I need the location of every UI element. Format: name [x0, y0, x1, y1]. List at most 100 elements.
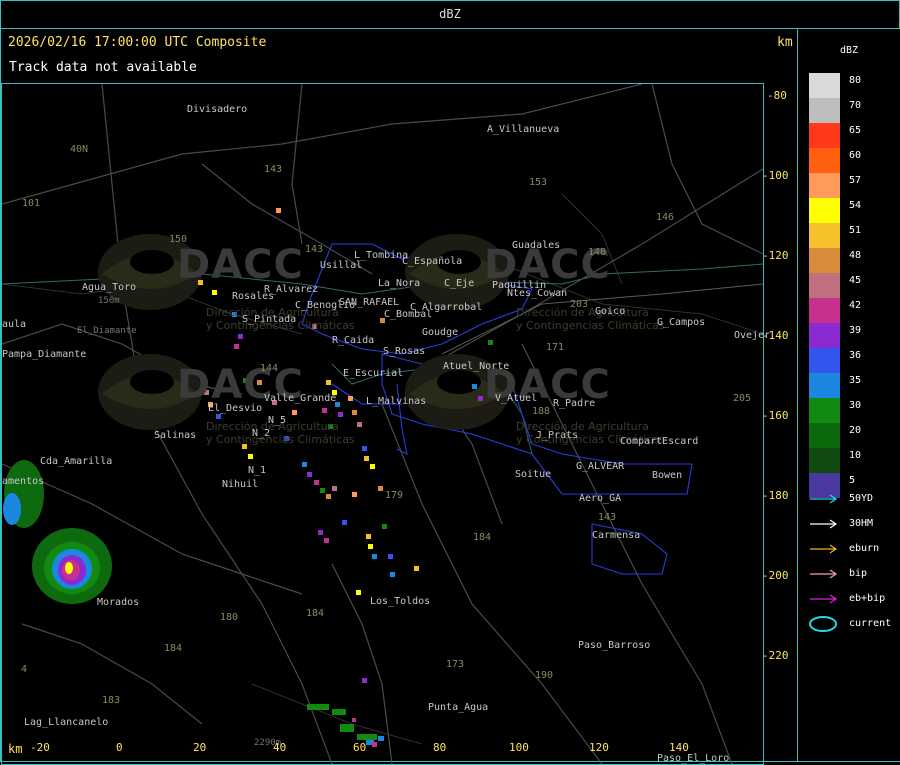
legend-panel: dBZ 80 70 65 60 57 54 51 48 45 42 39 36 35 30 20 10 5 50…: [797, 28, 900, 762]
watermark-org: Dirección de Agricultura y Contingencias …: [516, 306, 665, 332]
place-label: V_Atuel: [495, 393, 538, 404]
radar-cell: [414, 566, 419, 571]
legend-swatch-label: 45: [849, 275, 862, 286]
radar-cell: [292, 410, 297, 415]
y-tick: -220: [762, 649, 789, 662]
road-label: 190: [535, 670, 554, 681]
legend-swatch: [809, 298, 840, 323]
place-label: C_Española: [402, 256, 463, 267]
legend-swatch: [809, 98, 840, 123]
place-label: Guadales: [512, 240, 561, 251]
place-label: S_Rosas: [383, 346, 426, 357]
place-label: Los_Toldos: [370, 596, 431, 607]
radar-cell: [248, 454, 253, 459]
legend-swatch: [809, 173, 840, 198]
radar-cell: [370, 464, 375, 469]
radar-cell: [322, 408, 327, 413]
place-label: Goudge: [422, 327, 459, 338]
place-label: E_Escurial: [343, 368, 404, 379]
place-label: Punta_Agua: [428, 702, 489, 713]
road-label: 171: [546, 342, 565, 353]
road-label: 153: [529, 177, 548, 188]
legend-swatch-label: 10: [849, 450, 862, 461]
radar-cell: [216, 414, 221, 419]
track-arrow-icon: [810, 519, 838, 529]
y-tick: -120: [762, 249, 789, 262]
road-label: 179: [385, 490, 404, 501]
legend-swatch: [809, 323, 840, 348]
y-tick: -180: [762, 489, 789, 502]
radar-cell: [378, 486, 383, 491]
legend-swatch-label: 20: [849, 425, 862, 436]
road-label: 180: [220, 612, 239, 623]
place-label: G_Campos: [657, 317, 706, 328]
place-label: Nihuil: [222, 479, 259, 490]
place-label: A_Villanueva: [487, 124, 560, 135]
place-label: N_1: [248, 465, 267, 476]
radar-cell: [372, 554, 377, 559]
x-tick: 120: [589, 741, 609, 754]
y-tick: -80: [767, 89, 787, 102]
x-tick: 0: [116, 741, 123, 754]
legend-swatch-label: 39: [849, 325, 862, 336]
radar-cell: [356, 590, 361, 595]
road-label: 205: [733, 393, 752, 404]
legend-swatch-label: 48: [849, 250, 862, 261]
place-label: Atuel_Norte: [443, 361, 510, 372]
radar-cell: [478, 396, 483, 401]
radar-cell: [318, 530, 323, 535]
legend-swatch-label: 51: [849, 225, 862, 236]
title-bar: dBZ: [0, 0, 900, 29]
place-label: J_Prats: [536, 430, 579, 441]
road-label: 146: [656, 212, 675, 223]
legend-swatch-label: 5: [849, 475, 856, 486]
radar-cell: [324, 538, 329, 543]
radar-cell: [320, 488, 325, 493]
track-arrow-icon: [810, 569, 838, 579]
place-label: G_ALVEAR: [576, 461, 625, 472]
road-label: 143: [264, 164, 283, 175]
place-label: Goico: [595, 306, 626, 317]
product-title: dBZ: [439, 7, 461, 21]
track-notice: Track data not available: [9, 60, 197, 75]
x-tick: 140: [669, 741, 689, 754]
place-label: Pampa_Diamante: [2, 349, 87, 360]
place-label: El_Diamante: [77, 326, 137, 336]
map-panel[interactable]: 2026/02/16 17:00:00 UTC Composite km Tra…: [0, 28, 798, 765]
x-tick: 80: [433, 741, 447, 754]
x-tick: -20: [30, 741, 50, 754]
x-tick: 20: [193, 741, 207, 754]
place-label: Aero_GA: [579, 493, 622, 504]
radar-cell: [357, 422, 362, 427]
map-plot-area[interactable]: DACC DACC DACC DACC Dirección de Agricul…: [1, 83, 770, 765]
radar-cell: [472, 384, 477, 389]
km-unit-bottom: km: [8, 742, 23, 756]
road-label: 150: [169, 234, 188, 245]
road-label: 148: [588, 247, 607, 258]
radar-cell: [326, 380, 331, 385]
legend-swatch-label: 35: [849, 375, 862, 386]
radar-cell: [388, 554, 393, 559]
road-label: 188: [532, 406, 551, 417]
current-ring-icon: [809, 616, 837, 632]
place-label: Cda_Amarilla: [40, 456, 113, 467]
road-label: 173: [446, 659, 465, 670]
road-label: 143: [598, 512, 617, 523]
legend-swatch-label: 60: [849, 150, 862, 161]
x-tick: 60: [353, 741, 367, 754]
place-label: Agua_Toro: [82, 282, 137, 293]
track-legend-label: eburn: [849, 543, 880, 554]
radar-cell: [212, 290, 217, 295]
radar-cell: [368, 544, 373, 549]
road-label: 184: [164, 643, 183, 654]
place-label: S_Pintada: [242, 314, 297, 325]
track-legend-label: 50YD: [849, 493, 874, 504]
legend-swatch-label: 30: [849, 400, 862, 411]
place-label: amentos: [2, 476, 45, 487]
radar-cell: [362, 678, 367, 683]
place-label: C_Bombal: [384, 309, 433, 320]
km-unit-top: km: [777, 35, 793, 50]
place-label: La_Nora: [378, 278, 421, 289]
legend-swatch: [809, 348, 840, 373]
road-label: 184: [473, 532, 492, 543]
